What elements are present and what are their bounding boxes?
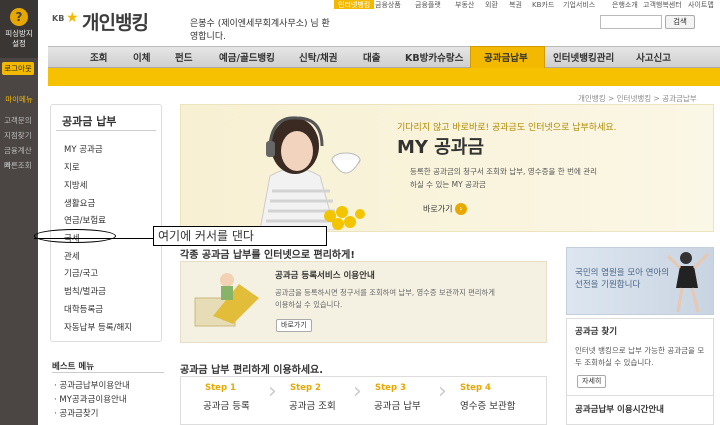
register-description: 공과금을 등록하시면 청구서를 조회하여 납부, 영수증 보관까지 편리하게 이… bbox=[275, 288, 495, 309]
page: ? 피싱방지 설정 로그아웃 마이메뉴 고객문의 지점찾기 금융계산기 빠른조회… bbox=[0, 0, 720, 425]
phishing-label-2: 설정 bbox=[12, 39, 26, 48]
top-nav-item[interactable]: 복권 bbox=[509, 0, 522, 9]
main-nav-item[interactable]: 펀드 bbox=[175, 50, 192, 64]
greeting-line-2: 영합니다. bbox=[190, 32, 226, 42]
section-title: 공과금 납부 편리하게 이용하세요. bbox=[180, 365, 324, 376]
quick-item[interactable]: 지점찾기 bbox=[4, 128, 32, 143]
hero-description: 등록한 공과금의 청구서 조회와 납부, 영수증을 한 번에 관리하실 수 있는… bbox=[410, 167, 598, 189]
quick-item[interactable]: 고객문의 bbox=[4, 113, 32, 128]
top-nav-item[interactable]: 기업서비스 bbox=[563, 0, 595, 9]
chevron-right-icon: › bbox=[268, 379, 277, 404]
kb-star-icon: ★ bbox=[66, 10, 79, 26]
main-nav-item[interactable]: 조회 bbox=[90, 50, 107, 64]
divider bbox=[56, 130, 156, 131]
step-label[interactable]: 공과금 납부 bbox=[374, 398, 421, 412]
top-nav-item[interactable]: KB카드 bbox=[532, 0, 554, 9]
greeting: 은봉수 (제이엔세무회계사무소) 님 환영합니다. bbox=[190, 18, 330, 44]
step-number: Step 1 bbox=[205, 383, 236, 393]
phishing-label-1: 피싱방지 bbox=[5, 29, 33, 38]
cursor-target-highlight bbox=[34, 229, 116, 243]
brand-title[interactable]: 개인뱅킹 bbox=[82, 8, 149, 35]
quick-item[interactable]: 빠른조회 bbox=[4, 158, 32, 173]
divider bbox=[52, 372, 164, 373]
best-menu-label: 공과금찾기 bbox=[59, 409, 99, 419]
find-bills-description: 인터넷 뱅킹으로 납부 가능한 공과금을 모두 조회하실 수 있습니다. bbox=[575, 346, 705, 367]
register-illustration-icon bbox=[194, 273, 259, 327]
side-menu-title: 공과금 납부 bbox=[62, 115, 117, 128]
chevron-right-icon: › bbox=[353, 379, 362, 404]
register-title: 공과금 등록서비스 이용안내 bbox=[275, 271, 375, 281]
yuna-banner-text: 국민의 염원을 모아 연아의 선전을 기원합니다 bbox=[575, 268, 670, 290]
chevron-right-icon: › bbox=[438, 379, 447, 404]
annotation-callout: 여기에 커서를 댄다 bbox=[153, 226, 327, 246]
find-details-button[interactable]: 자세히 bbox=[577, 375, 607, 388]
kb-logo[interactable]: KB bbox=[52, 14, 64, 23]
step-number: Step 4 bbox=[460, 383, 491, 393]
my-menu-label[interactable]: 마이메뉴 bbox=[0, 94, 38, 105]
greeting-line-1: 은봉수 (제이엔세무회계사무소) 님 환 bbox=[190, 19, 330, 29]
best-menu-item[interactable]: · 공과금찾기 bbox=[54, 407, 99, 419]
top-nav-item[interactable]: 금융상품 bbox=[375, 0, 401, 9]
main-nav-item[interactable]: 인터넷뱅킹관리 bbox=[553, 50, 614, 64]
top-nav-item[interactable]: 금융플랫 bbox=[415, 0, 441, 9]
find-bills-title: 공과금 찾기 bbox=[575, 327, 618, 337]
side-menu-item[interactable]: 기금/국고 bbox=[64, 267, 98, 279]
step-label[interactable]: 공과금 등록 bbox=[203, 398, 250, 412]
hero-go-label: 바로가기 bbox=[423, 204, 453, 214]
side-menu-item[interactable]: 지방세 bbox=[64, 179, 87, 191]
step-number: Step 2 bbox=[290, 383, 321, 393]
step-number: Step 3 bbox=[375, 383, 406, 393]
hero-photo bbox=[259, 116, 365, 230]
top-nav-item[interactable]: 외환 bbox=[485, 0, 498, 9]
main-nav-item[interactable]: 신탁/채권 bbox=[299, 50, 337, 64]
best-menu-item[interactable]: · MY공과금이용안내 bbox=[54, 393, 127, 405]
side-menu-item[interactable]: 연금/보험료 bbox=[64, 214, 106, 226]
callout-pointer-line bbox=[34, 238, 154, 239]
step-label[interactable]: 영수증 보관함 bbox=[460, 398, 515, 412]
hero-go-button[interactable]: 바로가기 › bbox=[423, 203, 467, 215]
main-nav-item-active[interactable]: 공과금납부 bbox=[484, 50, 528, 64]
side-menu-item[interactable]: 지로 bbox=[64, 161, 80, 173]
search-input[interactable] bbox=[600, 15, 662, 29]
side-menu-item[interactable]: 자동납부 등록/해지 bbox=[64, 321, 132, 333]
main-nav-item[interactable]: 예금/골드뱅킹 bbox=[219, 50, 275, 64]
main-nav-item[interactable]: 대출 bbox=[363, 50, 380, 64]
section-title: 각종 공과금 납부를 인터넷으로 편리하게! bbox=[180, 250, 355, 261]
best-menu-title: 베스트 메뉴 bbox=[52, 362, 95, 372]
search-button[interactable]: 검색 bbox=[665, 15, 695, 29]
main-nav-item[interactable]: 이체 bbox=[133, 50, 150, 64]
breadcrumb: 개인뱅킹 > 인터넷뱅킹 > 공과금납부 bbox=[578, 94, 697, 103]
divider bbox=[566, 395, 714, 396]
side-menu-item[interactable]: 관세 bbox=[64, 250, 80, 262]
phishing-settings[interactable]: ? 피싱방지 설정 bbox=[0, 0, 38, 58]
top-nav-item[interactable]: 고객행복센터 bbox=[643, 0, 682, 9]
sub-nav-bar bbox=[48, 68, 720, 86]
hero-subtitle: 기다리지 않고 바로바로! 공과금도 인터넷으로 납부하세요. bbox=[397, 123, 617, 133]
side-menu-item[interactable]: 범칙/벌과금 bbox=[64, 285, 106, 297]
hero-title: MY 공과금 bbox=[397, 137, 484, 158]
top-nav-item[interactable]: 부동산 bbox=[455, 0, 474, 9]
side-menu-item[interactable]: 생활요금 bbox=[64, 197, 95, 209]
main-nav-item[interactable]: 사고신고 bbox=[636, 50, 671, 64]
top-nav-item[interactable]: 인터넷뱅킹 bbox=[334, 0, 375, 9]
top-nav-item[interactable]: 은행소개 bbox=[612, 0, 638, 9]
left-quick-panel: ? 피싱방지 설정 로그아웃 마이메뉴 고객문의 지점찾기 금융계산기 빠른조회 bbox=[0, 0, 38, 425]
best-menu-item[interactable]: · 공과금납부이용안내 bbox=[54, 379, 130, 391]
register-go-button[interactable]: 바로가기 bbox=[276, 319, 312, 332]
best-menu-label: MY공과금이용안내 bbox=[59, 395, 127, 405]
top-nav-item[interactable]: 사이트맵 bbox=[688, 0, 714, 9]
side-menu-item[interactable]: 대학등록금 bbox=[64, 303, 103, 315]
main-nav-item[interactable]: KB방카슈랑스 bbox=[405, 50, 463, 64]
logout-button[interactable]: 로그아웃 bbox=[2, 62, 34, 75]
question-icon: ? bbox=[10, 8, 28, 26]
best-menu-label: 공과금납부이용안내 bbox=[59, 381, 130, 391]
hours-title[interactable]: 공과금납부 이용시간안내 bbox=[575, 403, 664, 415]
side-menu-item[interactable]: MY 공과금 bbox=[64, 143, 103, 155]
arrow-right-icon: › bbox=[455, 203, 467, 215]
step-label[interactable]: 공과금 조회 bbox=[289, 398, 336, 412]
